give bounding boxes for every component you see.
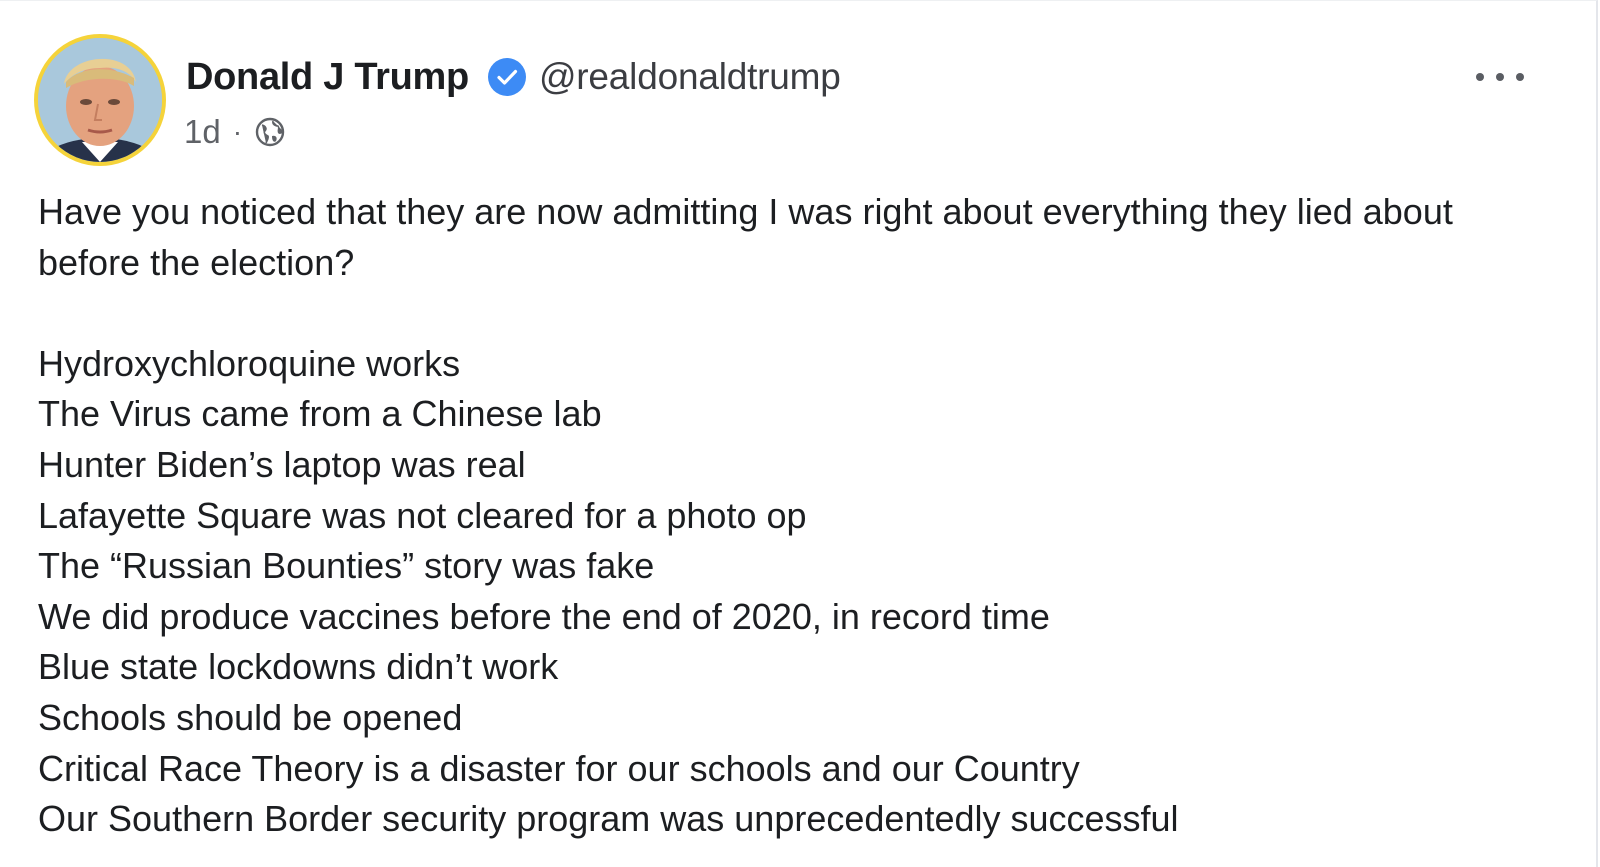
claim-line: Our Southern Border security program was…	[38, 798, 1179, 840]
author-handle[interactable]: @realdonaldtrump	[539, 56, 841, 98]
claim-line: Critical Race Theory is a disaster for o…	[38, 747, 1080, 789]
more-dot	[1476, 73, 1484, 81]
claim-line: The “Russian Bounties” story was fake	[38, 545, 655, 587]
claim-line: We did produce vaccines before the end o…	[38, 595, 1050, 637]
claim-line: Hunter Biden’s laptop was real	[38, 443, 526, 485]
claim-line: Lafayette Square was not cleared for a p…	[38, 494, 807, 536]
more-options-icon[interactable]	[1476, 59, 1524, 95]
post-timestamp[interactable]: 1d	[184, 113, 221, 151]
post-meta: 1d ·	[184, 109, 286, 155]
author-name[interactable]: Donald J Trump	[186, 56, 469, 99]
post-body: Have you noticed that they are now admit…	[38, 187, 1558, 845]
claim-line: The Virus came from a Chinese lab	[38, 393, 602, 435]
claim-line: Hydroxychloroquine works	[38, 342, 461, 384]
more-dot	[1496, 73, 1504, 81]
meta-separator: ·	[232, 116, 243, 147]
avatar-image	[38, 38, 162, 162]
post-card: Donald J Trump @realdonaldtrump 1d · Hav…	[0, 0, 1598, 867]
globe-icon	[255, 117, 285, 147]
claim-line: Schools should be opened	[38, 696, 463, 738]
claims-list: Hydroxychloroquine works The Virus came …	[38, 339, 1558, 845]
claim-line: Blue state lockdowns didn’t work	[38, 646, 559, 688]
post-intro-text: Have you noticed that they are now admit…	[38, 191, 1453, 283]
more-dot	[1516, 73, 1524, 81]
avatar[interactable]	[34, 34, 166, 166]
verified-badge-icon	[487, 58, 526, 96]
author-header: Donald J Trump @realdonaldtrump	[186, 49, 841, 105]
